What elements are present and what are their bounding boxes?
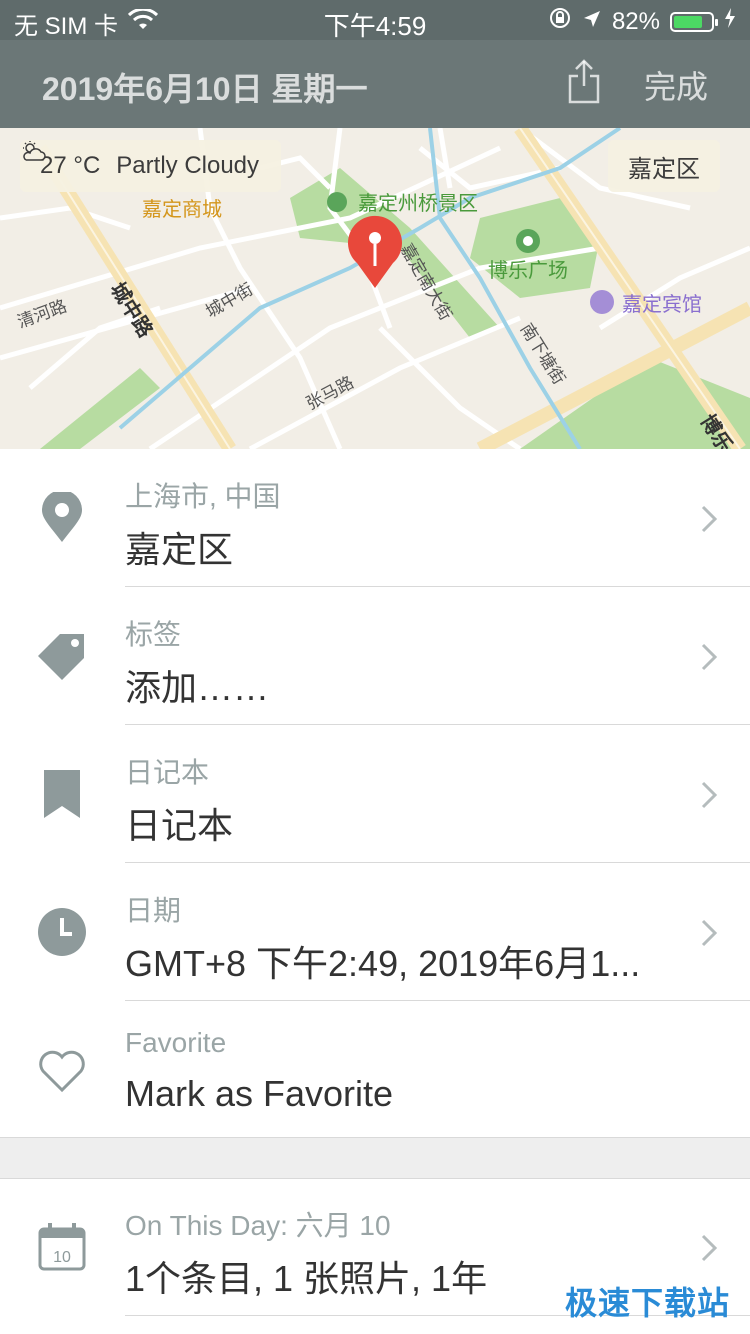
tags-value: 添加…… xyxy=(125,667,270,708)
chevron-right-icon xyxy=(700,780,718,810)
map-label-mall: 嘉定商城 xyxy=(142,197,222,221)
nav-bar: 2019年6月10日 星期一 完成 xyxy=(0,40,750,128)
date-value: GMT+8 下午2:49, 2019年6月1... xyxy=(125,943,641,984)
date-label: 日期 xyxy=(125,895,182,926)
temperature: 27 °C xyxy=(40,152,101,179)
share-icon xyxy=(568,59,600,104)
date-row[interactable]: 日期 GMT+8 下午2:49, 2019年6月1... xyxy=(0,863,750,1001)
map-label-hotel: 嘉定宾馆 xyxy=(622,292,702,316)
weather-condition: Partly Cloudy xyxy=(116,152,260,179)
journal-label: 日记本 xyxy=(125,757,210,788)
bookmark-icon xyxy=(36,768,88,820)
on-this-day-label: On This Day: 六月 10 xyxy=(125,1210,391,1241)
scenic-marker-icon xyxy=(327,192,347,212)
location-row[interactable]: 上海市, 中国 嘉定区 xyxy=(0,449,750,587)
on-this-day-value: 1个条目, 1 张照片, 1年 xyxy=(125,1258,488,1299)
tags-label: 标签 xyxy=(125,619,182,650)
chevron-right-icon xyxy=(700,1233,718,1263)
hotel-marker-icon xyxy=(590,290,614,314)
map-pin-icon[interactable] xyxy=(348,215,402,288)
map-region-label: 嘉定区 xyxy=(608,140,720,192)
status-right: 82% xyxy=(548,6,736,37)
journal-value: 日记本 xyxy=(125,805,234,846)
battery-percent: 82% xyxy=(611,7,660,35)
share-button[interactable] xyxy=(566,58,602,104)
favorite-value: Mark as Favorite xyxy=(125,1073,394,1114)
rotation-lock-icon xyxy=(548,6,572,37)
status-bar: 无 SIM 卡 下午4:59 82% xyxy=(0,0,750,41)
location-map[interactable]: 嘉定商城 嘉定州桥景区 博乐广场 嘉定宾馆 清河路 城中路 城中街 嘉定南大街 … xyxy=(0,128,750,449)
calendar-icon: 10 xyxy=(36,1221,88,1273)
location-city: 上海市, 中国 xyxy=(125,481,281,512)
favorite-label: Favorite xyxy=(125,1027,227,1058)
watermark: 极速下载站 xyxy=(564,1285,730,1321)
battery-icon xyxy=(670,11,718,32)
battery-fill xyxy=(674,15,702,28)
tags-row[interactable]: 标签 添加…… xyxy=(0,587,750,725)
tag-icon xyxy=(36,630,88,682)
chevron-right-icon xyxy=(700,504,718,534)
entry-date-title: 2019年6月10日 星期一 xyxy=(42,71,368,107)
map-label-scenic: 嘉定州桥景区 xyxy=(358,191,478,215)
location-pin-icon xyxy=(36,490,88,544)
location-arrow-icon xyxy=(582,8,602,36)
map-label-square: 博乐广场 xyxy=(488,258,568,282)
section-gap xyxy=(0,1137,750,1179)
charging-icon xyxy=(724,7,736,36)
location-district: 嘉定区 xyxy=(125,529,234,570)
chevron-right-icon xyxy=(700,642,718,672)
chevron-right-icon xyxy=(700,918,718,948)
heart-icon xyxy=(36,1044,88,1096)
journal-row[interactable]: 日记本 日记本 xyxy=(0,725,750,863)
calendar-day-number: 10 xyxy=(53,1249,71,1266)
done-button[interactable]: 完成 xyxy=(644,62,708,108)
clock-icon xyxy=(36,906,88,958)
favorite-row[interactable]: Favorite Mark as Favorite xyxy=(0,1001,750,1137)
weather-badge: 27 °C Partly Cloudy xyxy=(20,140,282,192)
